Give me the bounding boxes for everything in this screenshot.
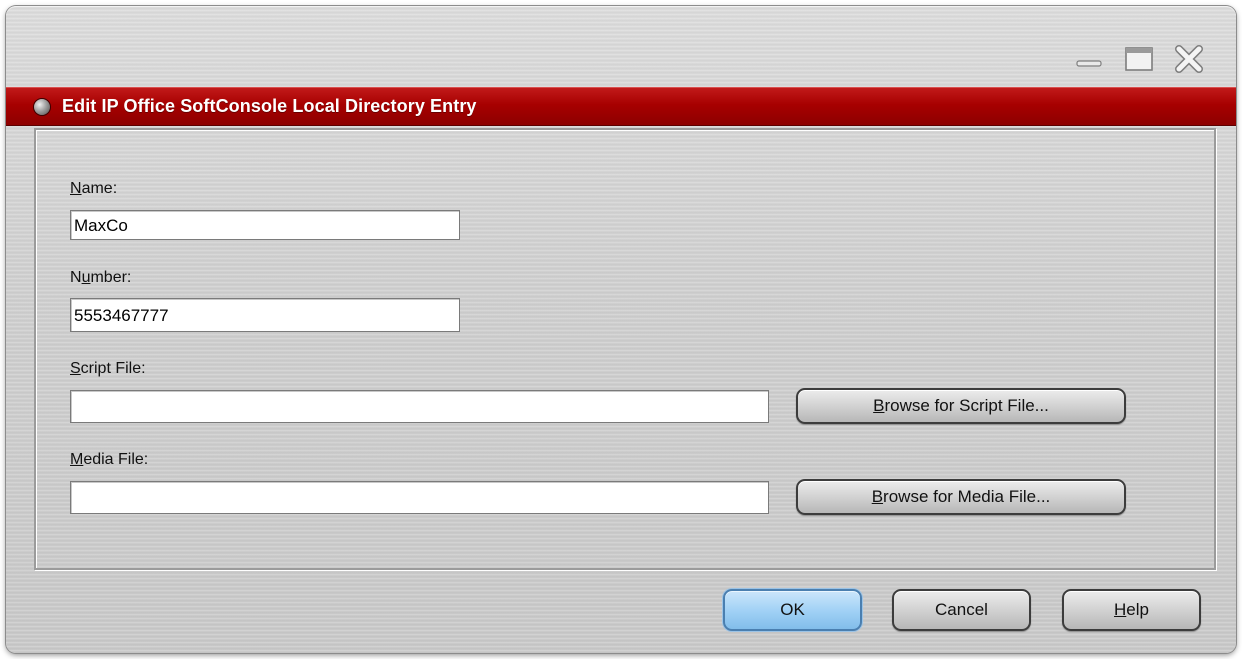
script-file-label: Script File:: [70, 360, 146, 377]
maximize-icon: [1125, 47, 1153, 71]
maximize-button[interactable]: [1122, 42, 1156, 76]
media-file-field[interactable]: [70, 481, 769, 514]
window-controls: [1072, 42, 1206, 76]
help-button[interactable]: Help: [1062, 589, 1201, 631]
minimize-button[interactable]: [1072, 42, 1106, 76]
name-label: Name:: [70, 180, 118, 197]
browse-script-file-button[interactable]: Browse for Script File...: [796, 388, 1126, 424]
script-file-field[interactable]: [70, 390, 769, 423]
browse-media-file-button[interactable]: Browse for Media File...: [796, 479, 1126, 515]
window-bullet-icon: [34, 98, 50, 115]
ok-button[interactable]: OK: [723, 589, 862, 631]
title-bar[interactable]: Edit IP Office SoftConsole Local Directo…: [6, 87, 1236, 126]
close-icon: [1175, 45, 1203, 73]
number-field[interactable]: 5553467777: [70, 298, 460, 332]
window-title: Edit IP Office SoftConsole Local Directo…: [62, 96, 477, 116]
name-field[interactable]: MaxCo: [70, 210, 460, 240]
form-panel: Name: MaxCo Number: 5553467777 Script Fi…: [34, 128, 1216, 570]
close-button[interactable]: [1172, 42, 1206, 76]
minimize-icon: [1076, 60, 1102, 67]
cancel-button[interactable]: Cancel: [892, 589, 1031, 631]
dialog-window: Edit IP Office SoftConsole Local Directo…: [6, 6, 1236, 653]
number-label: Number:: [70, 269, 132, 286]
media-file-label: Media File:: [70, 451, 149, 468]
